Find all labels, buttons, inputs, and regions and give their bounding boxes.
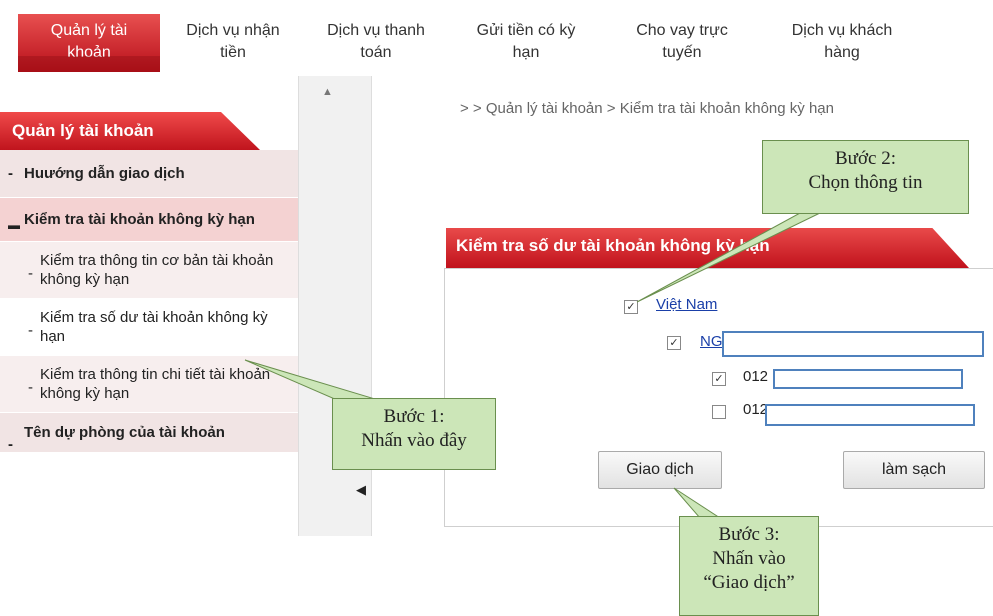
callout-line: Bước 1: [383, 406, 445, 427]
callout-line: Bước 2: [835, 148, 896, 169]
callout-line: Bước 3: [718, 524, 780, 545]
callout-line: Chọn thông tin [808, 172, 923, 193]
callout-pointers [244, 212, 821, 519]
step2-callout: Bước 2: Chọn thông tin [762, 140, 969, 214]
step3-callout: Bước 3: Nhấn vào “Giao dịch” [679, 516, 819, 616]
callout-line: Nhấn vào [712, 548, 786, 569]
callout-line: Nhấn vào đây [361, 430, 467, 451]
step1-callout: Bước 1: Nhấn vào đây [332, 398, 496, 470]
callout-line: “Giao dịch” [703, 572, 795, 593]
